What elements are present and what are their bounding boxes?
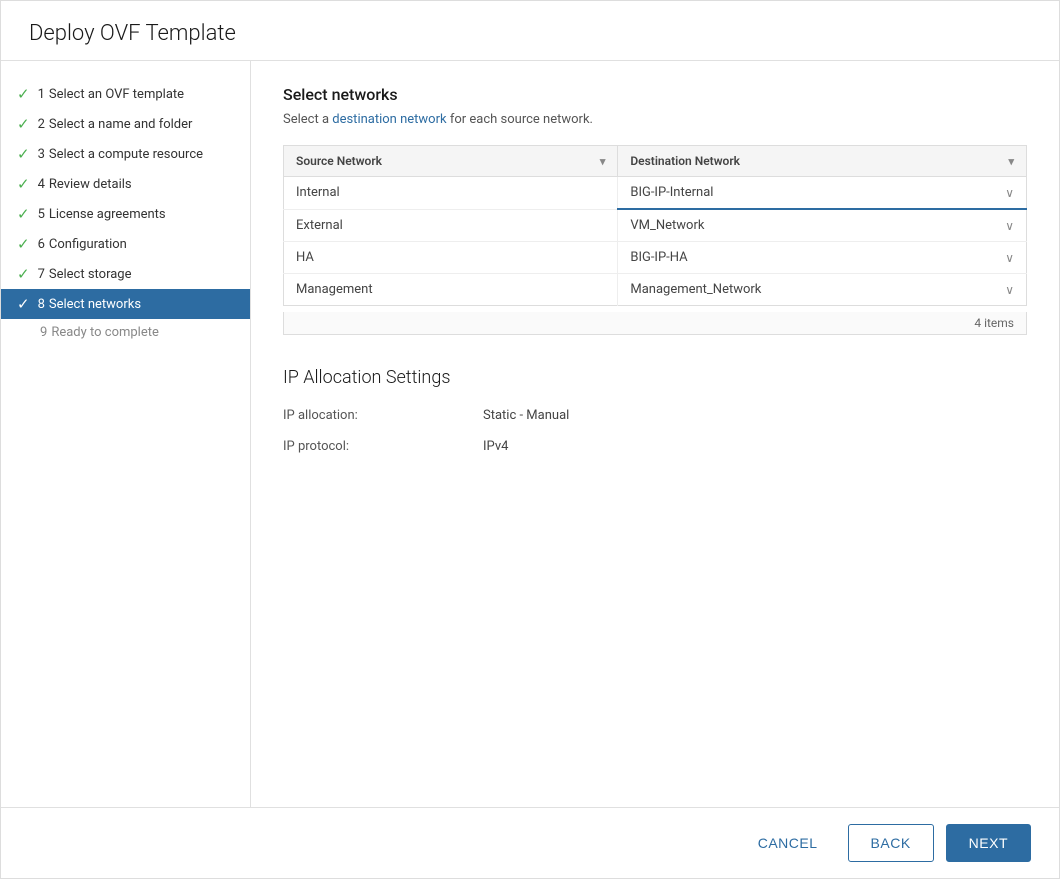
step-num-1: 1	[38, 87, 45, 102]
step-num-4: 4	[38, 177, 45, 192]
next-button[interactable]: NEXT	[946, 824, 1031, 862]
col-source-header: Source Network ▾	[284, 146, 618, 177]
sidebar-label-6: Configuration	[49, 237, 127, 252]
source-cell: Management	[284, 274, 618, 306]
main-content: Select networks Select a destination net…	[251, 61, 1059, 807]
chevron-down-icon: ∨	[1005, 283, 1014, 297]
sidebar-label-2: Select a name and folder	[49, 117, 193, 132]
ip-allocation-value: Static - Manual	[483, 408, 569, 423]
source-cell: External	[284, 209, 618, 242]
sidebar-item-2[interactable]: ✓ 2 Select a name and folder	[1, 109, 250, 139]
sidebar-item-8[interactable]: ✓ 8 Select networks	[1, 289, 250, 319]
network-table-area: Source Network ▾ Destination Network ▾	[283, 145, 1027, 335]
dialog-footer: CANCEL BACK NEXT	[1, 807, 1059, 878]
dest-value: Management_Network	[630, 282, 761, 297]
step-num-9: 9	[40, 325, 47, 340]
dest-cell[interactable]: VM_Network ∨	[618, 209, 1027, 242]
sidebar-item-5[interactable]: ✓ 5 License agreements	[1, 199, 250, 229]
dialog-title: Deploy OVF Template	[29, 21, 1031, 46]
dialog-header: Deploy OVF Template	[1, 1, 1059, 61]
source-filter-icon[interactable]: ▾	[600, 155, 606, 168]
sidebar-label-9: Ready to complete	[51, 325, 159, 340]
source-cell: Internal	[284, 177, 618, 210]
check-icon-3: ✓	[17, 145, 30, 163]
step-num-2: 2	[38, 117, 45, 132]
check-icon-7: ✓	[17, 265, 30, 283]
sidebar-label-5: License agreements	[49, 207, 166, 222]
sidebar: ✓ 1 Select an OVF template ✓ 2 Select a …	[1, 61, 251, 807]
step-num-8: 8	[38, 297, 45, 312]
sidebar-item-9: 9 Ready to complete	[1, 319, 250, 346]
check-icon-8: ✓	[17, 295, 30, 313]
sidebar-item-7[interactable]: ✓ 7 Select storage	[1, 259, 250, 289]
dialog-body: ✓ 1 Select an OVF template ✓ 2 Select a …	[1, 61, 1059, 807]
col-dest-header: Destination Network ▾	[618, 146, 1027, 177]
ip-protocol-value: IPv4	[483, 439, 508, 454]
dest-cell[interactable]: BIG-IP-Internal ∨	[618, 177, 1027, 210]
table-row: External VM_Network ∨	[284, 209, 1027, 242]
table-row: Management Management_Network ∨	[284, 274, 1027, 306]
check-icon-2: ✓	[17, 115, 30, 133]
table-row: HA BIG-IP-HA ∨	[284, 242, 1027, 274]
ip-protocol-label: IP protocol:	[283, 439, 483, 454]
ip-section-title: IP Allocation Settings	[283, 367, 1027, 388]
check-icon-5: ✓	[17, 205, 30, 223]
ip-allocation-row: IP allocation: Static - Manual	[283, 408, 1027, 423]
sidebar-label-4: Review details	[49, 177, 132, 192]
step-num-3: 3	[38, 147, 45, 162]
dest-value: VM_Network	[630, 218, 704, 233]
network-table: Source Network ▾ Destination Network ▾	[283, 145, 1027, 306]
section-desc: Select a destination network for each so…	[283, 112, 1027, 127]
chevron-down-icon: ∨	[1005, 219, 1014, 233]
check-icon-6: ✓	[17, 235, 30, 253]
back-button[interactable]: BACK	[848, 824, 934, 862]
ip-allocation-label: IP allocation:	[283, 408, 483, 423]
section-desc-prefix: Select a	[283, 112, 332, 127]
source-cell: HA	[284, 242, 618, 274]
sidebar-item-6[interactable]: ✓ 6 Configuration	[1, 229, 250, 259]
destination-network-link[interactable]: destination network	[332, 112, 446, 127]
cancel-button[interactable]: CANCEL	[740, 825, 836, 861]
step-num-6: 6	[38, 237, 45, 252]
deploy-ovf-dialog: Deploy OVF Template ✓ 1 Select an OVF te…	[0, 0, 1060, 879]
dest-value: BIG-IP-HA	[630, 250, 687, 265]
ip-allocation-section: IP Allocation Settings IP allocation: St…	[283, 367, 1027, 454]
chevron-down-icon: ∨	[1005, 186, 1014, 200]
sidebar-item-1[interactable]: ✓ 1 Select an OVF template	[1, 79, 250, 109]
dest-filter-icon[interactable]: ▾	[1008, 155, 1014, 168]
dest-cell[interactable]: Management_Network ∨	[618, 274, 1027, 306]
sidebar-label-7: Select storage	[49, 267, 132, 282]
sidebar-item-4[interactable]: ✓ 4 Review details	[1, 169, 250, 199]
chevron-down-icon: ∨	[1005, 251, 1014, 265]
sidebar-label-1: Select an OVF template	[49, 87, 184, 102]
dest-cell[interactable]: BIG-IP-HA ∨	[618, 242, 1027, 274]
dest-value: BIG-IP-Internal	[630, 185, 713, 200]
sidebar-label-8: Select networks	[49, 297, 141, 312]
step-num-7: 7	[38, 267, 45, 282]
section-title: Select networks	[283, 85, 1027, 104]
sidebar-label-3: Select a compute resource	[49, 147, 203, 162]
sidebar-item-3[interactable]: ✓ 3 Select a compute resource	[1, 139, 250, 169]
check-icon-1: ✓	[17, 85, 30, 103]
table-row: Internal BIG-IP-Internal ∨	[284, 177, 1027, 210]
step-num-5: 5	[38, 207, 45, 222]
section-desc-suffix: for each source network.	[447, 112, 593, 127]
ip-protocol-row: IP protocol: IPv4	[283, 439, 1027, 454]
table-footer: 4 items	[283, 312, 1027, 335]
check-icon-4: ✓	[17, 175, 30, 193]
